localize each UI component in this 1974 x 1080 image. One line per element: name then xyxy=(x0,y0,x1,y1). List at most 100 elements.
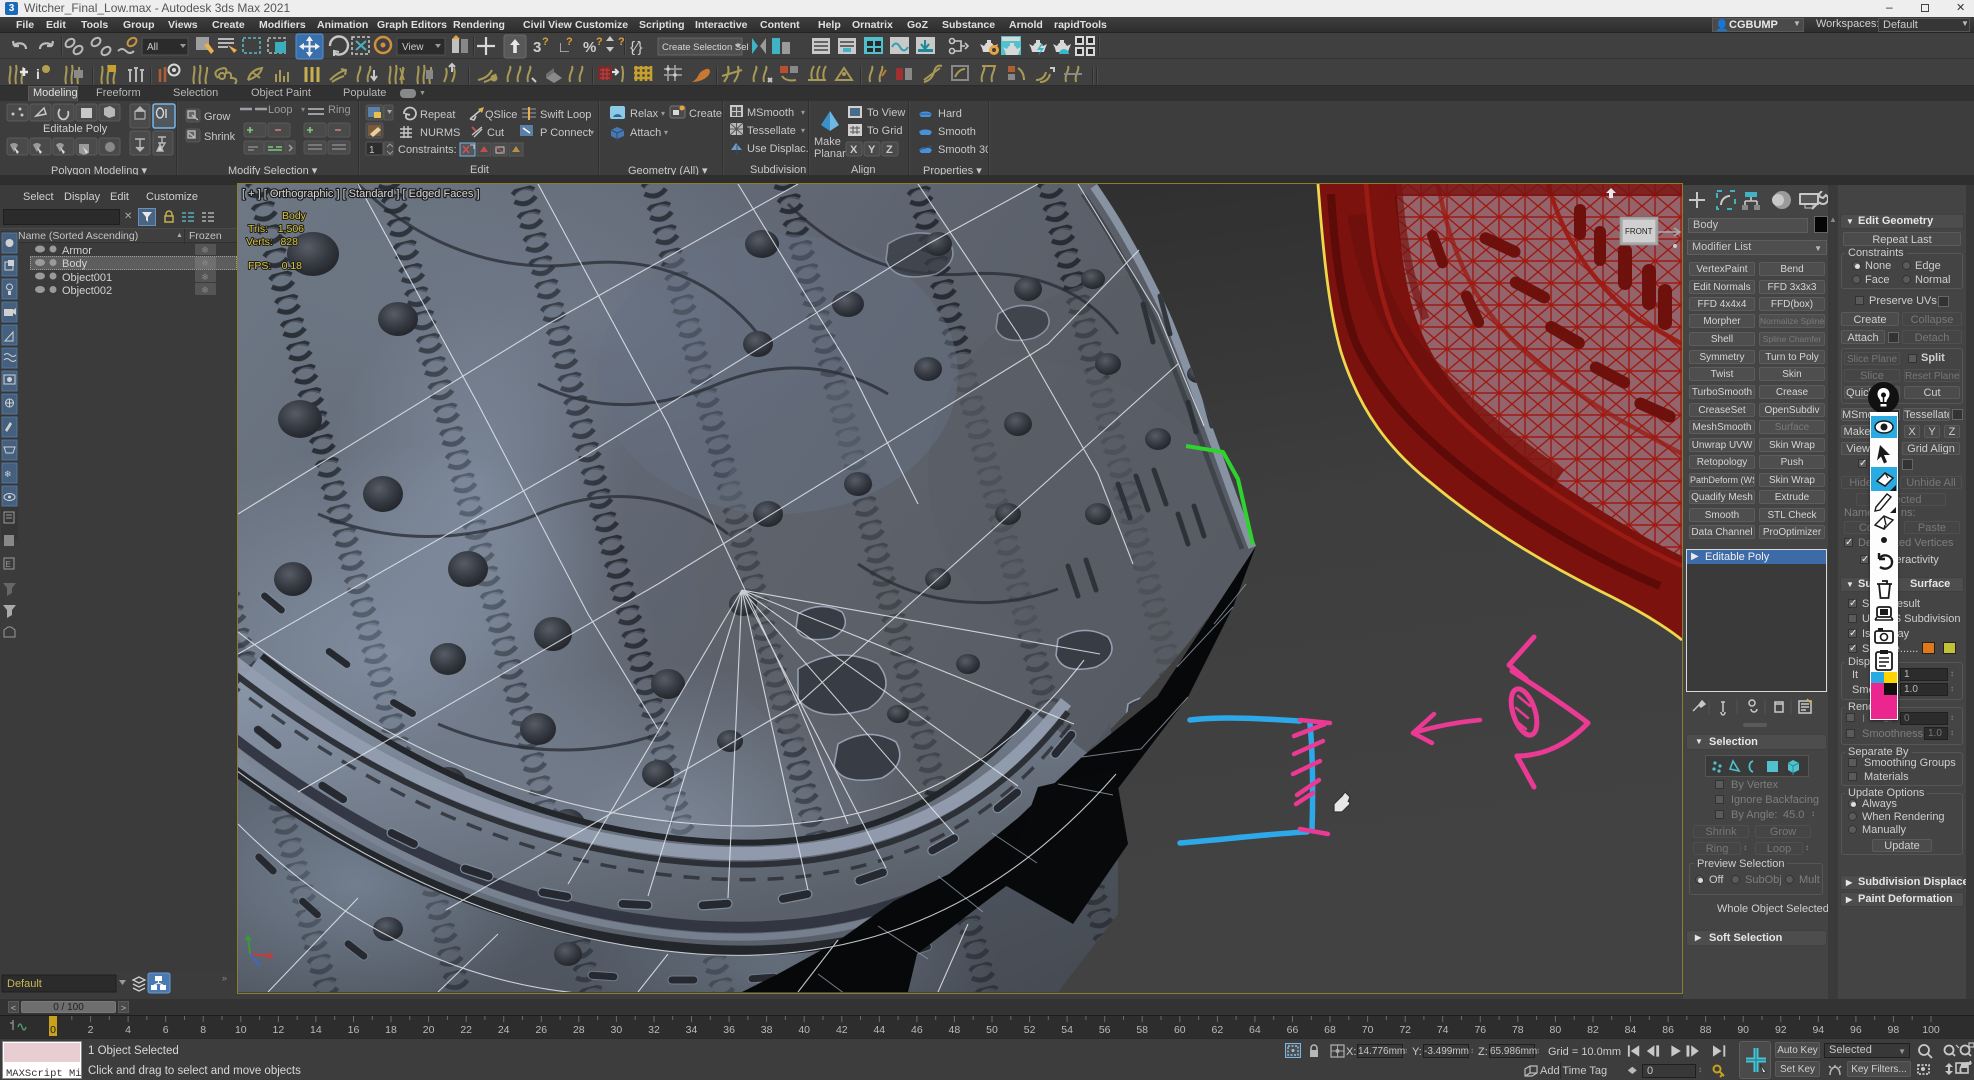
svg-text:%: % xyxy=(583,39,596,56)
svg-text:i: i xyxy=(36,66,40,82)
svg-text:22: 22 xyxy=(460,1024,472,1036)
svg-text:▾: ▾ xyxy=(661,109,665,118)
svg-text:2: 2 xyxy=(88,1024,94,1036)
svg-text:Hard: Hard xyxy=(938,108,962,120)
svg-text:Object001: Object001 xyxy=(62,272,112,284)
svg-text:»: » xyxy=(222,973,227,983)
svg-text:12: 12 xyxy=(273,1024,285,1036)
svg-text:16: 16 xyxy=(348,1024,360,1036)
svg-text:42: 42 xyxy=(836,1024,848,1036)
svg-text:Make: Make xyxy=(814,136,841,148)
svg-text:10: 10 xyxy=(235,1024,247,1036)
svg-text:▾: ▾ xyxy=(801,126,805,135)
svg-text:54: 54 xyxy=(1061,1024,1073,1036)
svg-text:78: 78 xyxy=(1512,1024,1524,1036)
svg-text:Smooth: Smooth xyxy=(938,126,976,138)
svg-text:34: 34 xyxy=(686,1024,698,1036)
svg-text:74: 74 xyxy=(1437,1024,1449,1036)
svg-text:30: 30 xyxy=(611,1024,623,1036)
svg-text:Grow: Grow xyxy=(204,111,230,123)
svg-text:36: 36 xyxy=(723,1024,735,1036)
svg-text:Attach: Attach xyxy=(630,127,661,139)
svg-text:Planar: Planar xyxy=(814,148,846,160)
svg-text:70: 70 xyxy=(1362,1024,1374,1036)
svg-text:52: 52 xyxy=(1024,1024,1036,1036)
svg-text:26: 26 xyxy=(535,1024,547,1036)
svg-text:50: 50 xyxy=(986,1024,998,1036)
svg-text:▾: ▾ xyxy=(590,128,594,137)
svg-text:Body: Body xyxy=(62,258,88,270)
svg-text:100: 100 xyxy=(1922,1024,1940,1036)
svg-text:90: 90 xyxy=(1737,1024,1749,1036)
svg-text:QSlice: QSlice xyxy=(485,109,517,121)
svg-text:Armor: Armor xyxy=(62,245,92,257)
svg-text:Editable Poly: Editable Poly xyxy=(43,123,108,135)
svg-text:?: ? xyxy=(618,36,625,48)
svg-text:Shrink: Shrink xyxy=(204,131,236,143)
svg-text:Body: Body xyxy=(282,210,307,222)
svg-text:Swift Loop: Swift Loop xyxy=(540,109,591,121)
svg-text:94: 94 xyxy=(1812,1024,1824,1036)
svg-text:80: 80 xyxy=(1550,1024,1562,1036)
svg-text:32: 32 xyxy=(648,1024,660,1036)
svg-text:▾: ▾ xyxy=(801,108,805,117)
svg-text:20: 20 xyxy=(423,1024,435,1036)
svg-text:Y: Y xyxy=(868,144,876,156)
svg-text:Verts:: Verts: xyxy=(246,236,273,248)
svg-text:All: All xyxy=(147,42,158,53)
svg-text:Tris:: Tris: xyxy=(248,223,268,235)
svg-text:?: ? xyxy=(596,36,603,48)
svg-text:76: 76 xyxy=(1474,1024,1486,1036)
svg-text:96: 96 xyxy=(1850,1024,1862,1036)
svg-text:?: ? xyxy=(566,36,573,48)
svg-text:6: 6 xyxy=(163,1024,169,1036)
svg-text:?: ? xyxy=(542,36,549,48)
svg-text:56: 56 xyxy=(1099,1024,1111,1036)
svg-text:0.18: 0.18 xyxy=(282,260,303,272)
svg-text:MSmooth: MSmooth xyxy=(747,107,794,119)
svg-text:Smooth 30: Smooth 30 xyxy=(938,144,988,156)
svg-text:8: 8 xyxy=(200,1024,206,1036)
svg-text:Ring: Ring xyxy=(328,104,351,116)
svg-text:72: 72 xyxy=(1399,1024,1411,1036)
svg-text:E: E xyxy=(6,560,11,569)
svg-text:[ + ] [ Orthographic ] [ Stand: [ + ] [ Orthographic ] [ Standard ] [ Ed… xyxy=(242,188,480,200)
svg-text:98: 98 xyxy=(1888,1024,1900,1036)
svg-text:48: 48 xyxy=(949,1024,961,1036)
svg-text:Use Displac...: Use Displac... xyxy=(747,143,808,155)
svg-text:68: 68 xyxy=(1324,1024,1336,1036)
svg-text:X: X xyxy=(850,144,858,156)
svg-text:1,506: 1,506 xyxy=(278,223,304,235)
svg-text:4: 4 xyxy=(125,1024,131,1036)
svg-text:Default: Default xyxy=(7,978,42,990)
svg-text:P Connect: P Connect xyxy=(540,127,591,139)
svg-text:60: 60 xyxy=(1174,1024,1186,1036)
svg-text:88: 88 xyxy=(1700,1024,1712,1036)
svg-text:NURMS: NURMS xyxy=(420,127,460,139)
svg-text:▾: ▾ xyxy=(301,105,305,114)
svg-text:Loop: Loop xyxy=(268,104,292,116)
svg-text:14: 14 xyxy=(310,1024,322,1036)
svg-text:3: 3 xyxy=(533,39,541,56)
svg-text:64: 64 xyxy=(1249,1024,1261,1036)
svg-text:To Grid: To Grid xyxy=(867,125,902,137)
svg-text:44: 44 xyxy=(873,1024,885,1036)
svg-text:62: 62 xyxy=(1212,1024,1224,1036)
svg-text:92: 92 xyxy=(1775,1024,1787,1036)
svg-text:66: 66 xyxy=(1287,1024,1299,1036)
svg-text:FRONT: FRONT xyxy=(1625,227,1653,236)
svg-text:82: 82 xyxy=(1587,1024,1599,1036)
svg-text:Tessellate: Tessellate xyxy=(747,125,796,137)
svg-text:{⁄}: {⁄} xyxy=(630,39,643,56)
svg-text:18: 18 xyxy=(385,1024,397,1036)
svg-text:Constraints:: Constraints: xyxy=(398,144,457,156)
svg-text:Create Selection Sel: Create Selection Sel xyxy=(662,42,749,53)
svg-text:58: 58 xyxy=(1136,1024,1148,1036)
svg-text:Relax: Relax xyxy=(630,108,659,120)
svg-text:Create: Create xyxy=(689,108,722,120)
svg-text:86: 86 xyxy=(1662,1024,1674,1036)
svg-text:View: View xyxy=(402,42,424,53)
svg-text:46: 46 xyxy=(911,1024,923,1036)
svg-text:Object002: Object002 xyxy=(62,285,112,297)
svg-text:Repeat: Repeat xyxy=(420,109,455,121)
